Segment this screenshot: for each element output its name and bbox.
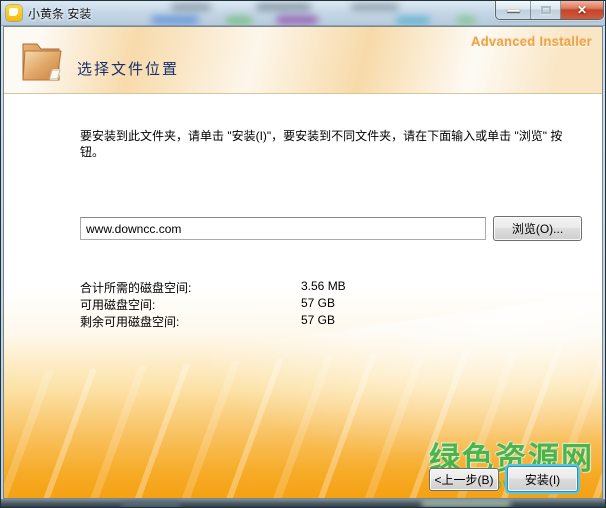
brand-watermark: Advanced Installer [471,34,592,49]
installer-window: 小黄条 安装 ✕ Advanced Installer [0,0,606,508]
window-controls: ✕ [495,1,604,20]
minimize-icon [507,9,520,12]
disk-info-label: 可用磁盘空间: [80,296,155,313]
blur-blob [421,500,511,507]
disk-info-row: 剩余可用磁盘空间: 57 GB [80,313,500,330]
wizard-header: Advanced Installer 选择文件位置 [4,27,602,94]
disk-info-value: 57 GB [301,313,335,327]
maximize-button[interactable] [531,1,561,19]
window-bottom-border [1,499,605,507]
disk-info-label: 剩余可用磁盘空间: [80,313,179,330]
close-icon: ✕ [577,4,587,16]
maximize-icon [541,6,551,14]
blur-blob [121,501,181,507]
disk-info-row: 合计所需的磁盘空间: 3.56 MB [80,279,500,296]
instruction-text: 要安装到此文件夹，请单击 "安装(I)"，要安装到不同文件夹，请在下面输入或单击… [80,128,586,160]
blur-blob [456,17,476,23]
blur-blob [171,4,211,10]
disk-info: 合计所需的磁盘空间: 3.56 MB 可用磁盘空间: 57 GB 剩余可用磁盘空… [80,279,500,330]
disk-info-label: 合计所需的磁盘空间: [80,279,191,296]
close-button[interactable]: ✕ [561,1,603,19]
back-button[interactable]: <上一步(B) [429,468,499,491]
disk-info-value: 3.56 MB [301,279,346,293]
disk-info-row: 可用磁盘空间: 57 GB [80,296,500,313]
disk-info-value: 57 GB [301,296,335,310]
folder-icon [17,36,67,86]
titlebar[interactable]: 小黄条 安装 ✕ [1,1,605,26]
blur-blob [226,17,252,24]
minimize-button[interactable] [496,1,531,19]
blur-blob [351,4,399,10]
blur-blob [151,16,199,24]
page-title: 选择文件位置 [77,58,179,79]
browse-button[interactable]: 浏览(O)... [493,216,582,241]
app-icon [6,5,22,21]
install-button[interactable]: 安装(I) [507,466,578,492]
window-title: 小黄条 安装 [28,5,91,22]
blur-blob [396,17,430,24]
install-path-input[interactable] [80,217,486,240]
blur-blob [276,16,318,24]
dialog-body: Advanced Installer 选择文件位置 要安装到此文件夹，请单击 "… [3,26,603,499]
blur-blob [256,4,311,10]
